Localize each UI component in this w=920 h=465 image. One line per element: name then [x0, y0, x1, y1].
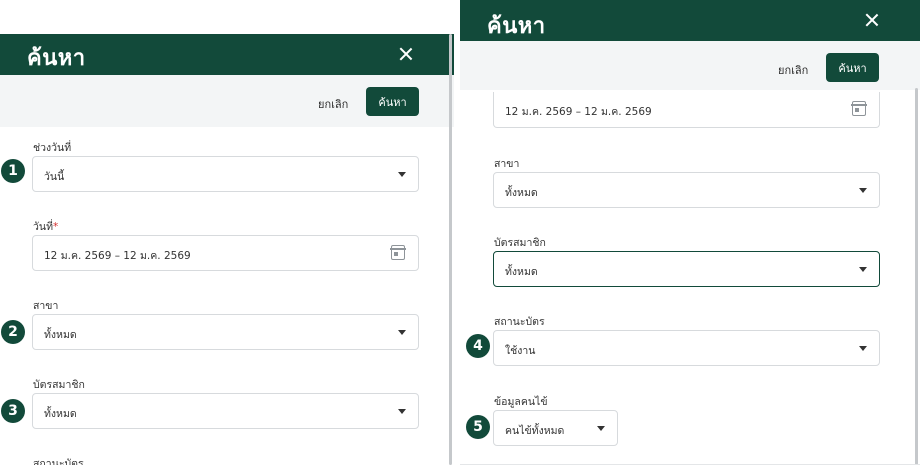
branch-value: ทั้งหมด — [44, 329, 77, 341]
card-status-value: ใช้งาน — [505, 345, 536, 357]
date-label: วันที่* — [33, 221, 59, 233]
chevron-down-icon — [859, 346, 867, 351]
search-button[interactable]: ค้นหา — [366, 87, 419, 116]
cancel-button[interactable]: ยกเลิก — [318, 95, 348, 113]
chevron-down-icon — [398, 330, 406, 335]
dialog-title: ค้นหา — [27, 46, 86, 71]
patient-info-value: คนไข้ทั้งหมด — [505, 425, 565, 437]
dialog-header: ค้นหา — [0, 34, 454, 75]
calendar-icon[interactable] — [851, 101, 867, 116]
step-marker-1: 1 — [1, 159, 25, 183]
member-card-label: บัตรสมาชิก — [33, 379, 85, 391]
step-marker-5: 5 — [466, 415, 490, 439]
dialog-header: ค้นหา — [460, 0, 920, 41]
close-icon[interactable] — [396, 44, 416, 64]
dialog-title: ค้นหา — [487, 14, 546, 39]
required-mark: * — [53, 221, 59, 233]
dialog-action-bar: ยกเลิก ค้นหา — [460, 41, 920, 90]
chevron-down-icon — [597, 426, 605, 431]
card-status-select[interactable]: ใช้งาน — [493, 330, 880, 366]
card-status-label: สถานะบัตร — [33, 458, 84, 465]
branch-label: สาขา — [33, 300, 59, 312]
date-value: 12 ม.ค. 2569 – 12 ม.ค. 2569 — [44, 250, 191, 262]
date-range-label: ช่วงวันที่ — [33, 142, 72, 154]
step-marker-2: 2 — [1, 320, 25, 344]
dialog-action-bar: ยกเลิก ค้นหา — [0, 75, 454, 127]
patient-info-label: ข้อมูลคนไข้ — [494, 396, 548, 408]
search-dialog-left: ค้นหา ยกเลิก ค้นหา ช่วงวันที่ วันนี้ วัน… — [0, 34, 454, 465]
scrollbar[interactable] — [915, 88, 918, 465]
cancel-button[interactable]: ยกเลิก — [778, 61, 808, 79]
date-range-value: วันนี้ — [44, 171, 65, 183]
chevron-down-icon — [859, 188, 867, 193]
close-icon[interactable] — [862, 10, 882, 30]
search-button[interactable]: ค้นหา — [826, 53, 879, 82]
branch-select[interactable]: ทั้งหมด — [493, 172, 880, 208]
date-picker-input[interactable]: 12 ม.ค. 2569 – 12 ม.ค. 2569 — [32, 235, 419, 271]
chevron-down-icon — [398, 172, 406, 177]
member-card-label: บัตรสมาชิก — [494, 237, 546, 249]
patient-info-select[interactable]: คนไข้ทั้งหมด — [493, 410, 618, 446]
member-card-select[interactable]: ทั้งหมด — [32, 393, 419, 429]
date-value: 12 ม.ค. 2569 – 12 ม.ค. 2569 — [505, 106, 652, 118]
calendar-icon[interactable] — [390, 245, 406, 260]
branch-label: สาขา — [494, 158, 520, 170]
branch-select[interactable]: ทั้งหมด — [32, 314, 419, 350]
date-range-select[interactable]: วันนี้ — [32, 156, 419, 192]
step-marker-3: 3 — [1, 399, 25, 423]
member-card-value: ทั้งหมด — [44, 408, 77, 420]
branch-value: ทั้งหมด — [505, 187, 538, 199]
member-card-select[interactable]: ทั้งหมด — [493, 251, 880, 287]
chevron-down-icon — [398, 409, 406, 414]
date-picker-input[interactable]: 12 ม.ค. 2569 – 12 ม.ค. 2569 — [493, 92, 880, 128]
scrollbar[interactable] — [449, 34, 452, 465]
chevron-down-icon — [859, 267, 867, 272]
search-dialog-right: ค้นหา ยกเลิก ค้นหา 12 ม.ค. 2569 – 12 ม.ค… — [460, 0, 920, 465]
step-marker-4: 4 — [466, 334, 490, 358]
card-status-label: สถานะบัตร — [494, 316, 545, 328]
member-card-value: ทั้งหมด — [505, 266, 538, 278]
